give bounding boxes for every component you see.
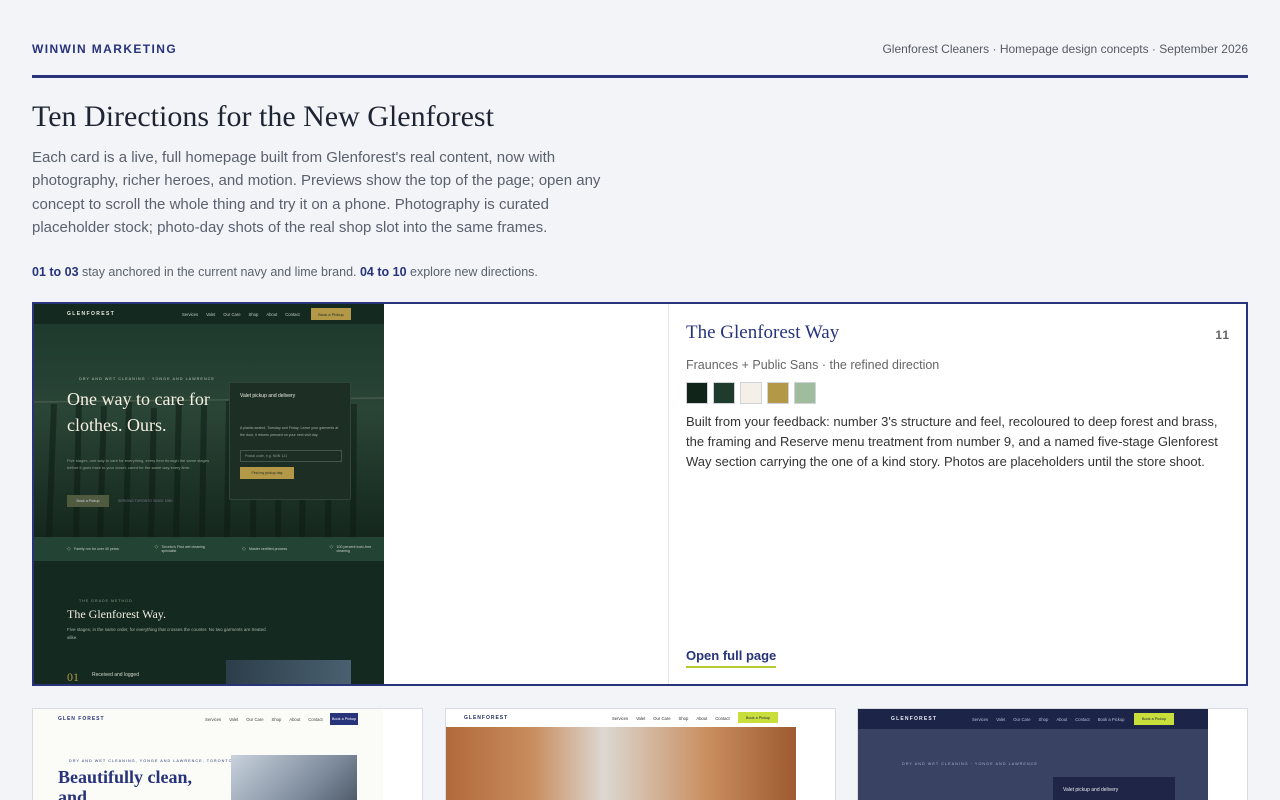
preview-kicker: DRY AND WET CLEANING · YONGE AND LAWRENC… (79, 377, 215, 381)
trust-item: 100 percent toxic-free cleaning (297, 544, 385, 553)
preview-nav-item[interactable]: Our Care (653, 716, 670, 721)
page-intro: Each card is a live, full homepage built… (32, 149, 601, 237)
trust-item: Master certified process (209, 546, 297, 552)
preview-nav-item[interactable]: Shop (249, 312, 259, 317)
preview-form-title: Valet pickup and delivery (240, 393, 296, 399)
preview-book-button[interactable]: Book a Pickup (1134, 713, 1174, 725)
preview-section-text: Five stages, in the same order, for ever… (67, 627, 266, 640)
preview-logo: GLENFOREST (464, 715, 509, 721)
featured-concept-card[interactable]: DRY AND WET CLEANING · YONGE AND LAWRENC… (32, 302, 1248, 686)
preview-nav-item[interactable]: Our Care (223, 312, 240, 317)
preview-step-label: Received and logged (92, 672, 139, 678)
preview-nav-item[interactable]: Shop (272, 717, 282, 722)
project-meta: Glenforest Cleaners · Homepage design co… (882, 42, 1248, 56)
preview-nav-links: Services Valet Our Care Shop About Conta… (612, 716, 730, 721)
preview-trust-strip: Family run for over 40 years Toronto's F… (34, 537, 384, 561)
preview-logo: GLENFOREST (67, 311, 116, 317)
concept-number: 11 (1215, 328, 1230, 342)
preview-kicker: DRY AND WET CLEANING · YONGE AND LAWRENC… (902, 762, 1038, 766)
preview-kicker: DRY AND WET CLEANING, YONGE AND LAWRENCE… (69, 759, 233, 763)
preview-nav-links: Services Valet Our Care Shop About Conta… (972, 717, 1124, 722)
preview-nav-item[interactable]: Contact (1075, 717, 1089, 722)
preview-hero: DRY AND WET CLEANING · YONGE AND LAWRENC… (34, 324, 384, 537)
preview-blank-area (384, 304, 669, 684)
note-text-1: stay anchored in the current navy and li… (78, 265, 360, 279)
preview-pickup-form: Valet pickup and delivery A plastic-seal… (229, 382, 351, 500)
concept-preview: GLENFOREST Services Valet Our Care Shop … (446, 709, 796, 800)
preview-form-text: A plastic-sealed, Tuesday and Friday. Le… (240, 426, 339, 437)
concept-preview: GLEN FOREST Services Valet Our Care Shop… (33, 709, 383, 800)
note-range-1: 01 to 03 (32, 265, 79, 279)
concept-card[interactable]: GLEN FOREST Services Valet Our Care Shop… (32, 708, 423, 800)
preview-nav-item[interactable]: Valet (996, 717, 1005, 722)
preview-nav-item[interactable]: Services (972, 717, 988, 722)
concept-description: Built from your feedback: number 3's str… (686, 414, 1218, 469)
trust-item: Toronto's First wet cleaning specialist (122, 544, 210, 553)
preview-section-title: The Glenforest Way. (67, 607, 166, 621)
preview-form-button[interactable]: Find my pickup day (240, 467, 294, 479)
open-full-page-link[interactable]: Open full page (686, 648, 777, 668)
note-range-2: 04 to 10 (359, 265, 407, 279)
color-swatch (794, 382, 816, 404)
preview-section-kicker: THE GRADE METHOD (79, 599, 133, 603)
preview-step-photo (226, 660, 351, 684)
preview-nav-item[interactable]: Contact (308, 717, 322, 722)
preview-hero-button[interactable]: Book a Pickup (67, 495, 109, 507)
preview-nav-item[interactable]: Valet (636, 716, 645, 721)
note-text-2: explore new directions. (406, 265, 538, 279)
concept-card[interactable]: GLENFOREST Services Valet Our Care Shop … (445, 708, 836, 800)
color-swatch (740, 382, 762, 404)
concept-preview[interactable]: DRY AND WET CLEANING · YONGE AND LAWRENC… (34, 304, 384, 684)
preview-nav-item[interactable]: Contact (715, 716, 729, 721)
hanger-photo (446, 727, 796, 800)
shop-photo (231, 755, 357, 800)
preview-headline: One way to care for clothes. Ours. (67, 389, 210, 435)
preview-step-number: 01 (67, 670, 79, 684)
preview-nav-item[interactable]: Valet (229, 717, 238, 722)
preview-nav-item[interactable]: Valet (206, 312, 215, 317)
preview-nav-item[interactable]: Services (612, 716, 628, 721)
preview-panel-title: Valet pickup and delivery (1063, 787, 1119, 793)
preview-hero-text: Five stages, one way to care for everyth… (67, 458, 210, 470)
preview-nav-item[interactable]: Services (205, 717, 221, 722)
page-title: Ten Directions for the New Glenforest (32, 100, 494, 133)
concept-preview: GLENFOREST Services Valet Our Care Shop … (858, 709, 1208, 800)
preview-book-button[interactable]: Book a Pickup (330, 713, 358, 725)
color-swatch (767, 382, 789, 404)
preview-pickup-panel: Valet pickup and delivery (1053, 777, 1175, 800)
preview-nav-item[interactable]: About (696, 716, 707, 721)
concept-info: The Glenforest Way 11 Fraunces + Public … (686, 322, 1230, 684)
preview-book-button[interactable]: Book a Pickup (311, 308, 351, 320)
color-swatch (713, 382, 735, 404)
preview-nav-item[interactable]: Services (182, 312, 198, 317)
concept-card[interactable]: GLENFOREST Services Valet Our Care Shop … (857, 708, 1248, 800)
preview-rating: SERVING TORONTO SINCE 1980 (118, 499, 173, 503)
preview-nav-links: Services Valet Our Care Shop About Conta… (182, 312, 300, 317)
preview-nav-item[interactable]: Shop (679, 716, 689, 721)
preview-nav: GLENFOREST Services Valet Our Care Shop … (34, 304, 384, 324)
preview-nav-links: Services Valet Our Care Shop About Conta… (205, 717, 323, 722)
preview-logo: GLEN FOREST (58, 716, 105, 722)
preview-nav-item[interactable]: Book a Pickup (1098, 717, 1125, 722)
color-swatch (686, 382, 708, 404)
direction-note: 01 to 03 stay anchored in the current na… (32, 265, 538, 279)
agency-brand: WINWIN MARKETING (32, 42, 178, 56)
concept-fonts: Fraunces + Public Sans · the refined dir… (686, 358, 940, 372)
preview-nav-item[interactable]: Our Care (1013, 717, 1030, 722)
preview-postal-input[interactable]: Postal code, e.g. M4N 1J1 (240, 450, 342, 462)
trust-item: Family run for over 40 years (34, 546, 122, 552)
color-swatches (686, 382, 1230, 404)
preview-nav-item[interactable]: About (266, 312, 277, 317)
preview-book-button[interactable]: Book a Pickup (738, 712, 778, 723)
preview-nav-item[interactable]: Contact (285, 312, 299, 317)
preview-nav-item[interactable]: About (1056, 717, 1067, 722)
preview-nav-item[interactable]: About (289, 717, 300, 722)
preview-logo: GLENFOREST (891, 716, 938, 722)
concept-title: The Glenforest Way (686, 322, 840, 343)
top-header: WINWIN MARKETING Glenforest Cleaners · H… (32, 40, 1248, 78)
preview-nav-item[interactable]: Our Care (246, 717, 263, 722)
preview-nav-item[interactable]: Shop (1039, 717, 1049, 722)
preview-headline: Beautifully clean, and (58, 767, 192, 800)
